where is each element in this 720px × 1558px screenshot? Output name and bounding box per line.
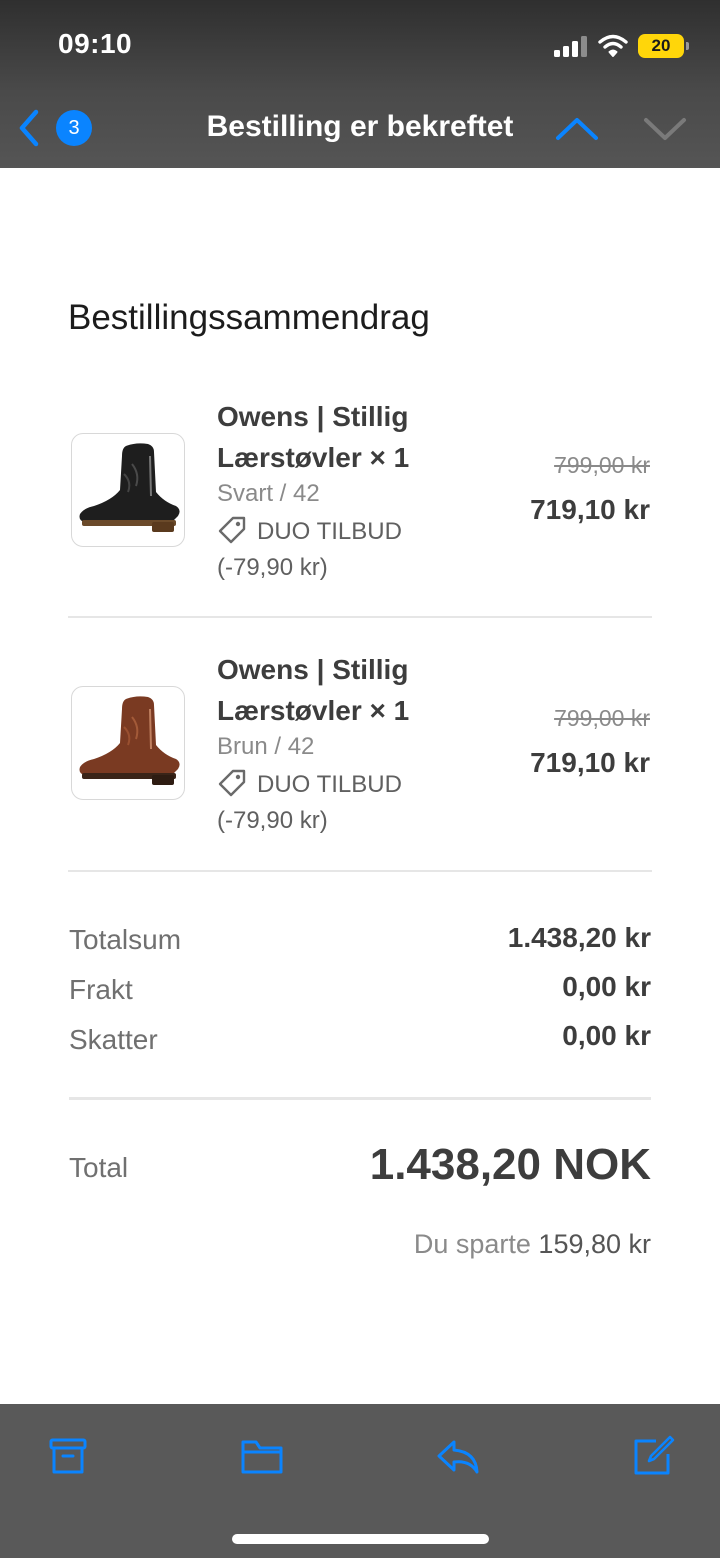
product-variant: Brun / 42 <box>217 733 315 760</box>
discount-amount: (-79,90 kr) <box>217 807 328 834</box>
unread-count-badge[interactable]: 3 <box>56 110 92 146</box>
savings-amount: 159,80 kr <box>538 1229 651 1259</box>
tax-value: 0,00 kr <box>562 1020 651 1051</box>
chevron-left-icon[interactable] <box>14 106 44 150</box>
signal-icon <box>554 36 587 57</box>
subtotal-value: 1.438,20 kr <box>507 922 651 953</box>
divider <box>68 870 652 872</box>
summary-heading: Bestillingssammendrag <box>68 298 430 337</box>
reply-icon[interactable] <box>436 1434 480 1478</box>
order-item: Owens | Stillig Lærstøvler × 1 Svart / 4… <box>68 396 652 596</box>
price-original: 799,00 kr <box>554 705 650 731</box>
divider <box>68 616 652 618</box>
chevron-down-icon[interactable] <box>642 108 688 148</box>
battery-icon: 20 <box>638 34 689 58</box>
discount-info: DUO TILBUD (-79,90 kr) <box>217 767 477 839</box>
price-final: 719,10 kr <box>530 747 650 778</box>
shipping-value: 0,00 kr <box>562 971 651 1002</box>
product-name: Owens | Stillig Lærstøvler × 1 <box>217 654 410 726</box>
discount-info: DUO TILBUD (-79,90 kr) <box>217 514 477 586</box>
savings-prefix: Du sparte <box>413 1229 531 1259</box>
product-name: Owens | Stillig Lærstøvler × 1 <box>217 401 410 473</box>
product-variant: Svart / 42 <box>217 480 320 507</box>
wifi-icon <box>598 34 628 57</box>
archive-icon[interactable] <box>46 1434 90 1478</box>
battery-level: 20 <box>651 36 671 55</box>
shipping-label: Frakt <box>69 974 133 1005</box>
tag-icon <box>218 769 246 797</box>
status-icons: 20 <box>554 32 689 60</box>
top-header: 09:10 20 3 Bestilling er bekreftet <box>0 0 720 168</box>
price-original: 799,00 kr <box>554 452 650 478</box>
discount-label: DUO TILBUD <box>257 771 402 798</box>
discount-label: DUO TILBUD <box>257 518 402 545</box>
total-value: 1.438,20 NOK <box>369 1140 651 1189</box>
compose-icon[interactable] <box>632 1434 676 1478</box>
status-time: 09:10 <box>58 28 133 59</box>
boot-image-black <box>79 443 180 532</box>
total-label: Total <box>69 1152 129 1183</box>
savings-text: Du sparte 159,80 kr <box>414 1229 651 1260</box>
home-indicator[interactable] <box>232 1534 489 1544</box>
price-final: 719,10 kr <box>530 494 650 525</box>
subtotal-label: Totalsum <box>69 924 182 955</box>
folder-icon[interactable] <box>240 1434 284 1478</box>
chevron-up-icon[interactable] <box>554 108 600 148</box>
tag-icon <box>218 516 246 544</box>
tax-label: Skatter <box>69 1024 158 1055</box>
product-image <box>71 686 185 800</box>
boot-image-brown <box>79 696 180 785</box>
divider <box>69 1097 651 1100</box>
order-item: Owens | Stillig Lærstøvler × 1 Brun / 42… <box>68 649 652 849</box>
discount-amount: (-79,90 kr) <box>217 554 328 581</box>
product-image <box>71 433 185 547</box>
nav-title: Bestilling er bekreftet <box>206 110 514 143</box>
